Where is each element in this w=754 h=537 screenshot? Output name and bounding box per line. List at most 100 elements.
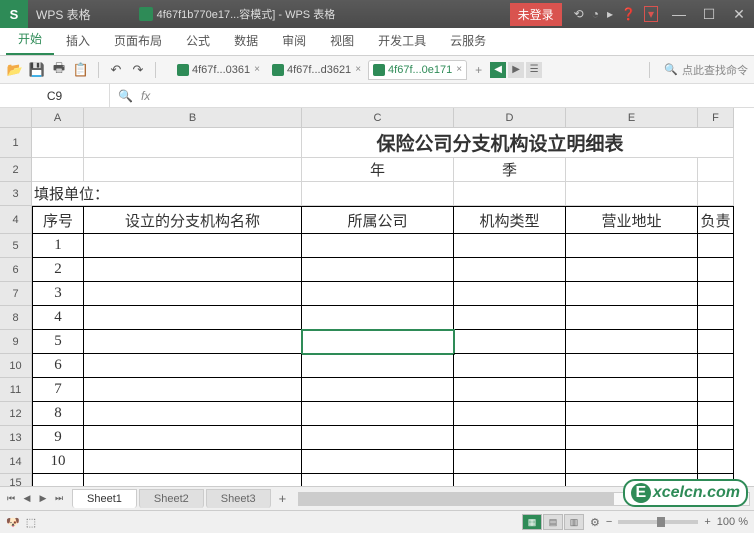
- name-box[interactable]: C9: [0, 84, 110, 107]
- sheet-first-button[interactable]: ⏮: [4, 492, 18, 506]
- maximize-button[interactable]: ☐: [694, 0, 724, 28]
- cell[interactable]: 填报单位：: [32, 182, 302, 206]
- cell[interactable]: 5: [32, 330, 84, 354]
- cell[interactable]: [454, 378, 566, 402]
- add-tab-button[interactable]: +: [469, 63, 488, 77]
- tab-next-button[interactable]: ▶: [508, 62, 524, 78]
- cell[interactable]: [84, 474, 302, 486]
- cell[interactable]: [566, 158, 698, 182]
- cell[interactable]: [302, 330, 454, 354]
- row-header-11[interactable]: 11: [0, 378, 32, 402]
- sheet-tab-3[interactable]: Sheet3: [206, 489, 271, 508]
- row-header-6[interactable]: 6: [0, 258, 32, 282]
- row-header-1[interactable]: 1: [0, 128, 32, 158]
- fx-search-icon[interactable]: 🔍: [118, 89, 133, 103]
- cell[interactable]: [566, 258, 698, 282]
- dropdown-icon[interactable]: ▾: [644, 6, 658, 22]
- fx-label[interactable]: fx: [141, 89, 150, 103]
- sheet-tab-2[interactable]: Sheet2: [139, 489, 204, 508]
- tab-layout[interactable]: 页面布局: [102, 26, 174, 55]
- cell[interactable]: [566, 234, 698, 258]
- cell[interactable]: [566, 282, 698, 306]
- cell[interactable]: 10: [32, 450, 84, 474]
- cell[interactable]: [698, 378, 734, 402]
- col-header-B[interactable]: B: [84, 108, 302, 128]
- cell[interactable]: [454, 450, 566, 474]
- close-icon[interactable]: ×: [456, 64, 462, 75]
- tab-start[interactable]: 开始: [6, 24, 54, 55]
- cell[interactable]: [566, 450, 698, 474]
- cell[interactable]: 设立的分支机构名称: [84, 206, 302, 234]
- cell[interactable]: 1: [32, 234, 84, 258]
- cell[interactable]: 8: [32, 402, 84, 426]
- cell[interactable]: [302, 378, 454, 402]
- row-header-15[interactable]: 15: [0, 474, 32, 486]
- zoom-in-button[interactable]: +: [704, 516, 710, 528]
- cell[interactable]: 负责: [698, 206, 734, 234]
- tab-data[interactable]: 数据: [222, 26, 270, 55]
- cell[interactable]: [698, 330, 734, 354]
- cell[interactable]: [698, 258, 734, 282]
- cell-area[interactable]: 保险公司分支机构设立明细表年季填报单位：序号设立的分支机构名称所属公司机构类型营…: [32, 128, 734, 486]
- view-page-button[interactable]: ▤: [543, 514, 563, 530]
- cell[interactable]: [454, 426, 566, 450]
- minimize-button[interactable]: —: [664, 0, 694, 28]
- select-all-corner[interactable]: [0, 108, 32, 128]
- cell[interactable]: 所属公司: [302, 206, 454, 234]
- cell[interactable]: [302, 258, 454, 282]
- cell[interactable]: [84, 450, 302, 474]
- row-header-4[interactable]: 4: [0, 206, 32, 234]
- row-header-14[interactable]: 14: [0, 450, 32, 474]
- cell[interactable]: [302, 234, 454, 258]
- tab-list-button[interactable]: ☰: [526, 62, 542, 78]
- zoom-control[interactable]: − + 100 %: [606, 516, 748, 528]
- col-header-E[interactable]: E: [566, 108, 698, 128]
- cell[interactable]: [302, 426, 454, 450]
- open-icon[interactable]: 📂: [6, 61, 24, 79]
- close-icon[interactable]: ×: [355, 64, 361, 75]
- command-search[interactable]: 🔍 点此查找命令: [664, 62, 748, 78]
- cell[interactable]: [566, 426, 698, 450]
- view-break-button[interactable]: ▥: [564, 514, 584, 530]
- cell[interactable]: [84, 426, 302, 450]
- cell[interactable]: [698, 128, 734, 158]
- row-header-3[interactable]: 3: [0, 182, 32, 206]
- share-icon[interactable]: ▸: [607, 7, 613, 21]
- cell[interactable]: [84, 378, 302, 402]
- col-header-F[interactable]: F: [698, 108, 734, 128]
- redo-icon[interactable]: ↷: [129, 61, 147, 79]
- cell[interactable]: [698, 182, 734, 206]
- cell[interactable]: [302, 354, 454, 378]
- spreadsheet-grid[interactable]: ABCDEF 123456789101112131415 保险公司分支机构设立明…: [0, 108, 754, 486]
- tab-insert[interactable]: 插入: [54, 26, 102, 55]
- cell[interactable]: [566, 306, 698, 330]
- cell[interactable]: [698, 354, 734, 378]
- col-header-A[interactable]: A: [32, 108, 84, 128]
- cell[interactable]: 2: [32, 258, 84, 282]
- row-header-5[interactable]: 5: [0, 234, 32, 258]
- row-header-9[interactable]: 9: [0, 330, 32, 354]
- cell[interactable]: 9: [32, 426, 84, 450]
- tab-cloud[interactable]: 云服务: [438, 26, 498, 55]
- cloud-icon[interactable]: ◔: [592, 7, 599, 21]
- cell[interactable]: [302, 474, 454, 486]
- cell[interactable]: [84, 306, 302, 330]
- sheet-last-button[interactable]: ⏭: [52, 492, 66, 506]
- cell[interactable]: [84, 354, 302, 378]
- doc-tab-3[interactable]: 4f67f...0e171×: [368, 60, 467, 80]
- cell[interactable]: 年: [302, 158, 454, 182]
- close-icon[interactable]: ×: [254, 64, 260, 75]
- cell[interactable]: [454, 402, 566, 426]
- cell[interactable]: [698, 158, 734, 182]
- preview-icon[interactable]: 📋: [72, 61, 90, 79]
- cell[interactable]: [566, 182, 698, 206]
- row-header-13[interactable]: 13: [0, 426, 32, 450]
- cell[interactable]: [84, 258, 302, 282]
- col-header-C[interactable]: C: [302, 108, 454, 128]
- print-icon[interactable]: 🖶: [50, 61, 68, 79]
- cell[interactable]: [302, 182, 454, 206]
- cell[interactable]: [698, 282, 734, 306]
- cell[interactable]: [32, 158, 84, 182]
- view-normal-button[interactable]: ▦: [522, 514, 542, 530]
- tab-dev[interactable]: 开发工具: [366, 26, 438, 55]
